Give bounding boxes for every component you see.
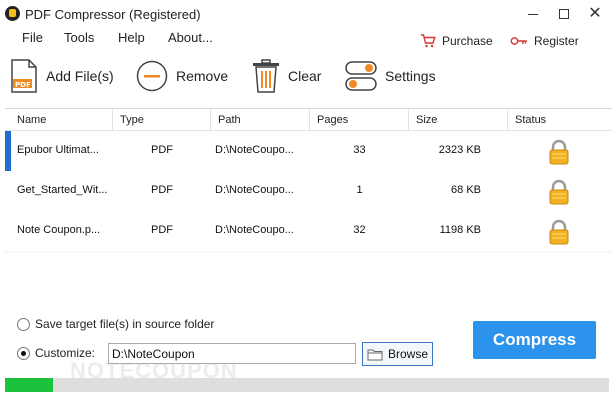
browse-button[interactable]: Browse [362, 342, 433, 366]
maximize-button[interactable] [549, 0, 579, 28]
lock-icon [548, 219, 570, 248]
row-selection-marker [5, 131, 11, 171]
table-row[interactable]: Epubor Ultimat... PDF D:\NoteCoupo... 33… [5, 131, 612, 171]
app-icon [5, 6, 20, 21]
register-link[interactable]: Register [510, 34, 579, 48]
source-folder-label: Save target file(s) in source folder [35, 317, 215, 331]
key-icon [510, 37, 527, 45]
column-header-path[interactable]: Path [211, 109, 310, 131]
column-header-pages[interactable]: Pages [310, 109, 409, 131]
register-label: Register [534, 34, 579, 48]
cell-size: 1198 KB [439, 224, 481, 236]
lock-icon [548, 139, 570, 168]
cell-name: Note Coupon.p... [17, 224, 101, 236]
progress-bar [5, 378, 609, 392]
file-table: Name Type Path Pages Size Status Epubor … [5, 108, 612, 253]
purchase-label: Purchase [442, 34, 493, 48]
table-row[interactable]: Get_Started_Wit... PDF D:\NoteCoupo... 1… [5, 171, 612, 211]
output-path-input[interactable] [108, 343, 356, 364]
close-icon: ✕ [588, 5, 602, 22]
column-header-size[interactable]: Size [409, 109, 508, 131]
menu-help[interactable]: Help [118, 30, 145, 45]
folder-icon [367, 349, 383, 360]
toggle-settings-icon [345, 61, 377, 91]
settings-button[interactable]: Settings [345, 57, 436, 95]
menu-tools[interactable]: Tools [64, 30, 94, 45]
compress-button[interactable]: Compress [473, 321, 596, 359]
cell-name: Epubor Ultimat... [17, 144, 99, 156]
menu-file[interactable]: File [22, 30, 43, 45]
cell-size: 68 KB [451, 184, 481, 196]
minimize-button[interactable] [518, 0, 548, 28]
cell-type: PDF [151, 144, 173, 156]
svg-text:PDF: PDF [15, 81, 31, 89]
purchase-link[interactable]: Purchase [420, 34, 493, 48]
source-folder-radio[interactable] [17, 317, 30, 331]
cart-icon [421, 34, 436, 48]
trash-icon [253, 59, 279, 93]
source-folder-option[interactable]: Save target file(s) in source folder [17, 317, 214, 331]
lock-icon [548, 179, 570, 208]
remove-button[interactable]: Remove [136, 57, 228, 95]
cell-path: D:\NoteCoupo... [215, 184, 294, 196]
add-files-label: Add File(s) [46, 68, 114, 84]
column-header-name[interactable]: Name [10, 109, 113, 131]
remove-label: Remove [176, 68, 229, 84]
browse-label: Browse [387, 347, 428, 361]
customize-option[interactable]: Customize: [17, 346, 95, 360]
cell-size: 2323 KB [438, 144, 481, 156]
cell-pages: 1 [356, 184, 363, 196]
table-row[interactable]: Note Coupon.p... PDF D:\NoteCoupo... 32 … [5, 211, 612, 251]
table-header: Name Type Path Pages Size Status [5, 109, 612, 131]
cell-pages: 33 [353, 144, 366, 156]
cell-type: PDF [151, 184, 173, 196]
cell-name: Get_Started_Wit... [17, 184, 108, 196]
title-bar: PDF Compressor (Registered) ✕ [0, 0, 614, 28]
window-title: PDF Compressor (Registered) [25, 7, 201, 22]
clear-button[interactable]: Clear [252, 57, 321, 95]
progress-fill [5, 378, 54, 392]
customize-label: Customize: [35, 346, 96, 360]
cell-path: D:\NoteCoupo... [215, 144, 294, 156]
settings-label: Settings [385, 68, 436, 84]
column-header-type[interactable]: Type [113, 109, 211, 131]
menu-about[interactable]: About... [168, 30, 213, 45]
add-pdf-icon: PDF [11, 59, 37, 93]
cell-pages: 32 [353, 224, 366, 236]
minus-circle-icon [136, 60, 168, 92]
cell-type: PDF [151, 224, 173, 236]
cell-path: D:\NoteCoupo... [215, 224, 294, 236]
customize-radio[interactable] [17, 346, 30, 360]
close-button[interactable]: ✕ [580, 0, 610, 28]
column-header-status[interactable]: Status [508, 109, 612, 131]
add-files-button[interactable]: PDF Add File(s) [10, 57, 114, 95]
clear-label: Clear [288, 68, 322, 84]
